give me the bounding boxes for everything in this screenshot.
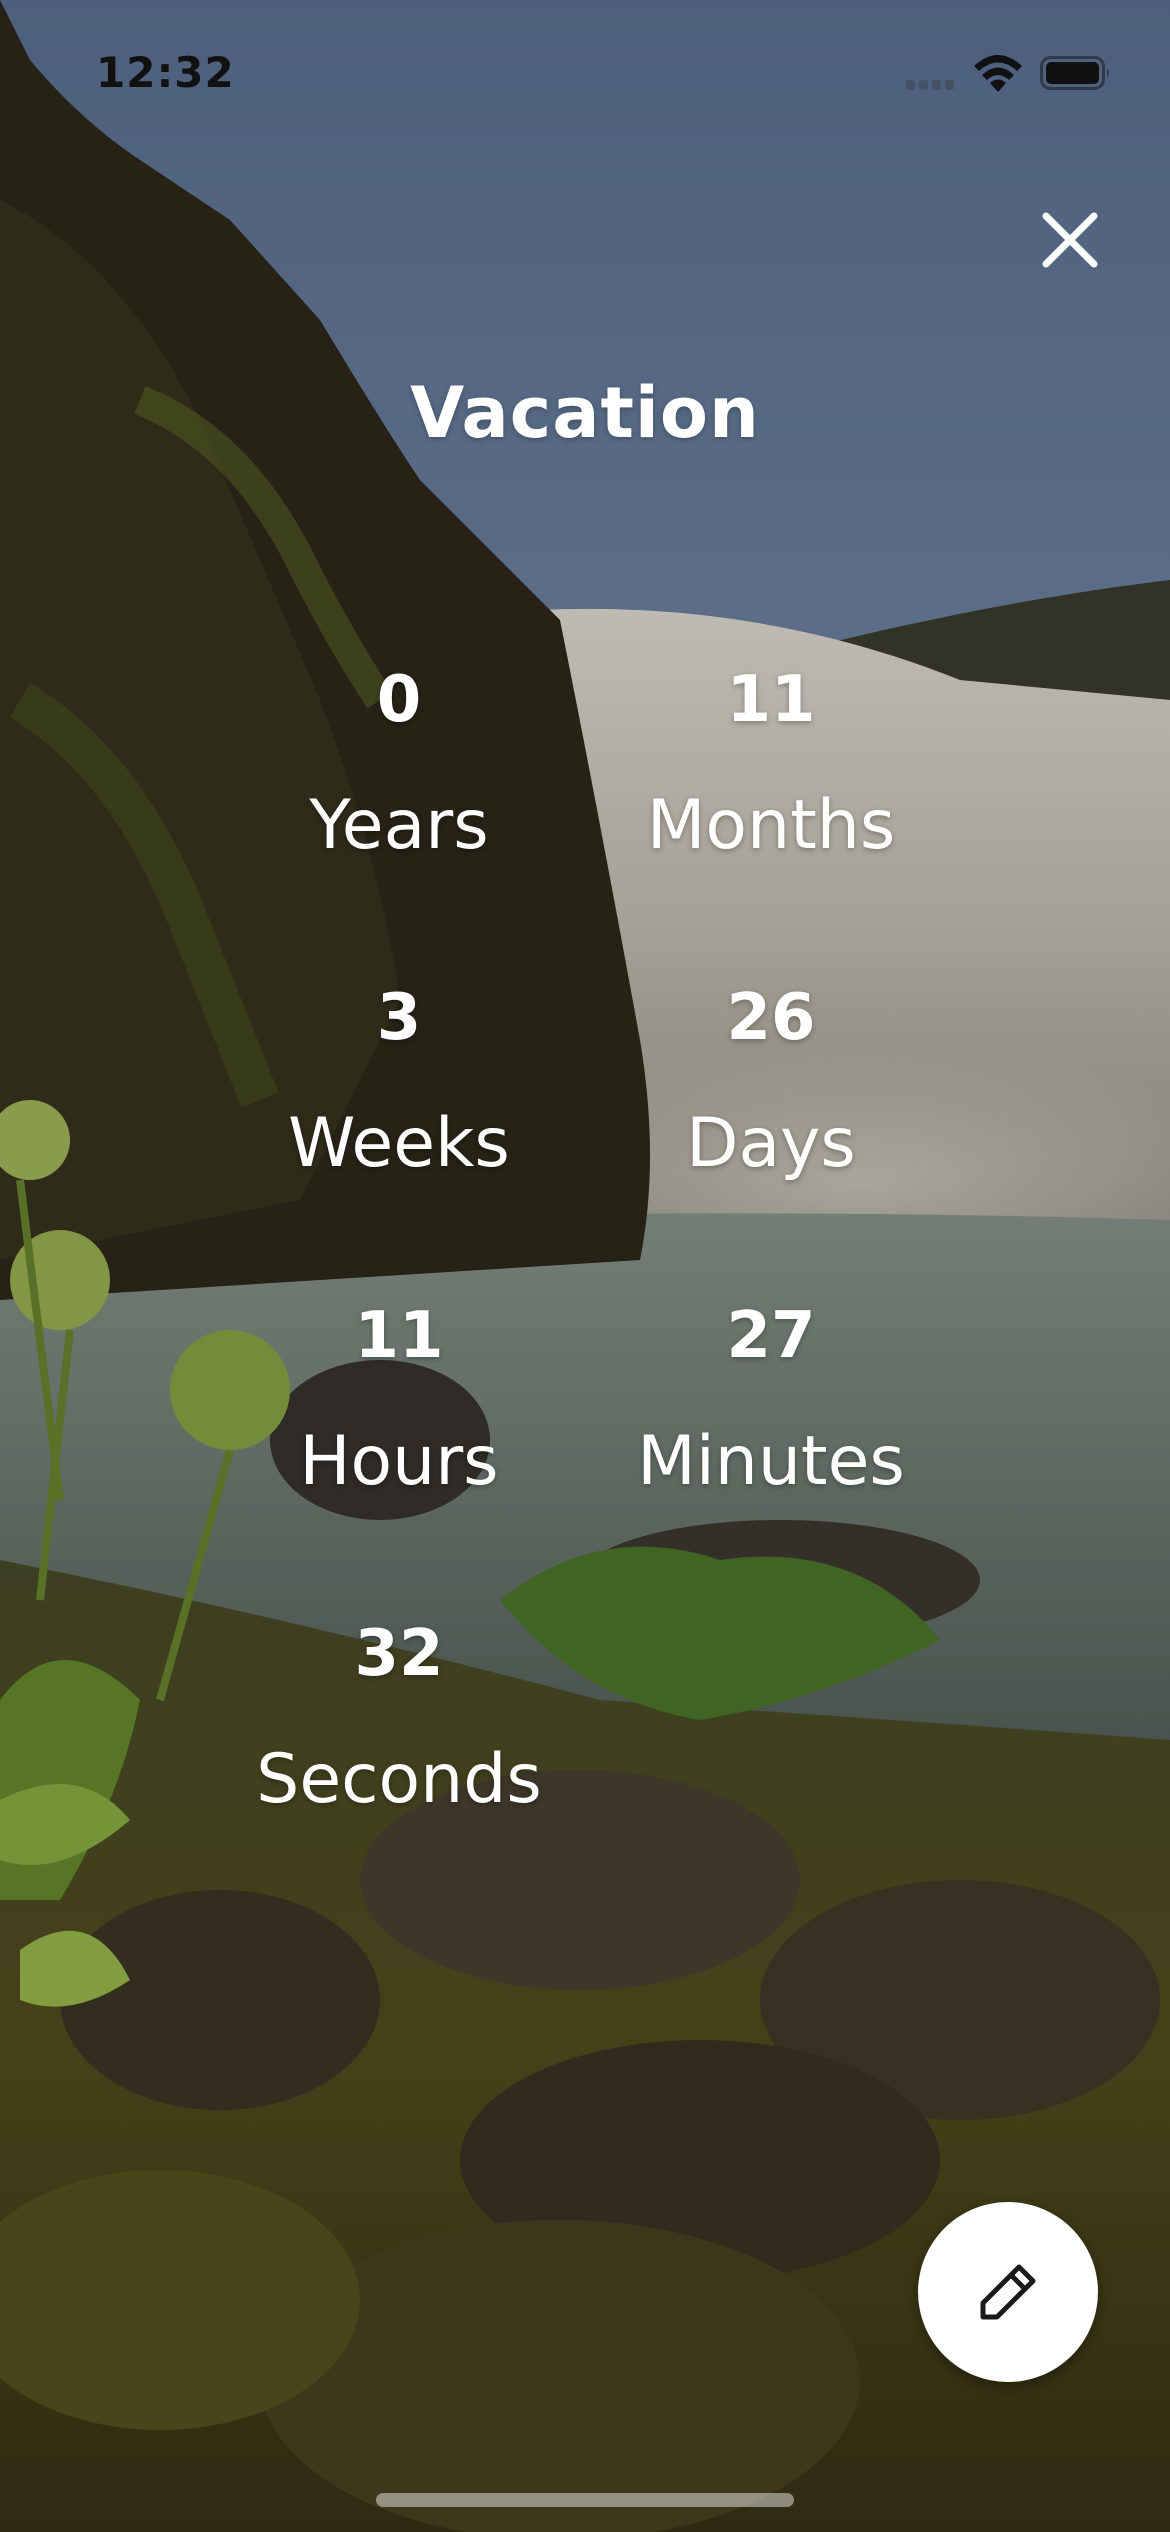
edit-button[interactable] [918, 2202, 1098, 2382]
wifi-icon [974, 55, 1022, 92]
unit-value: 0 [376, 663, 422, 737]
status-bar-time: 12:32 [96, 48, 235, 97]
unit-label: Seconds [256, 1740, 542, 1819]
close-icon [1042, 212, 1098, 268]
battery-icon [1040, 56, 1109, 90]
close-button[interactable] [1030, 200, 1110, 280]
countdown-detail-screen: 12:32 Vacation 0 Years 11 Months 3 Weeks… [0, 0, 1170, 2532]
countdown-title: Vacation [410, 372, 760, 454]
unit-label: Months [646, 786, 896, 865]
unit-value: 11 [726, 663, 816, 737]
unit-value: 32 [354, 1617, 444, 1691]
countdown-unit-days: 26 Days [571, 968, 971, 1194]
countdown-unit-hours: 11 Hours [199, 1286, 599, 1512]
unit-label: Years [309, 786, 489, 865]
unit-label: Hours [299, 1422, 499, 1501]
countdown-unit-minutes: 27 Minutes [571, 1286, 971, 1512]
unit-value: 27 [726, 1299, 816, 1373]
countdown-unit-months: 11 Months [571, 650, 971, 876]
unit-value: 26 [726, 981, 816, 1055]
unit-value: 3 [376, 981, 422, 1055]
countdown-unit-seconds: 32 Seconds [199, 1604, 599, 1830]
cellular-signal-icon [906, 80, 954, 90]
unit-value: 11 [354, 1299, 444, 1373]
unit-label: Minutes [637, 1422, 905, 1501]
pencil-icon [980, 2264, 1036, 2320]
unit-label: Days [686, 1104, 856, 1183]
countdown-unit-years: 0 Years [199, 650, 599, 876]
countdown-unit-weeks: 3 Weeks [199, 968, 599, 1194]
home-indicator[interactable] [376, 2493, 794, 2507]
unit-label: Weeks [288, 1104, 510, 1183]
